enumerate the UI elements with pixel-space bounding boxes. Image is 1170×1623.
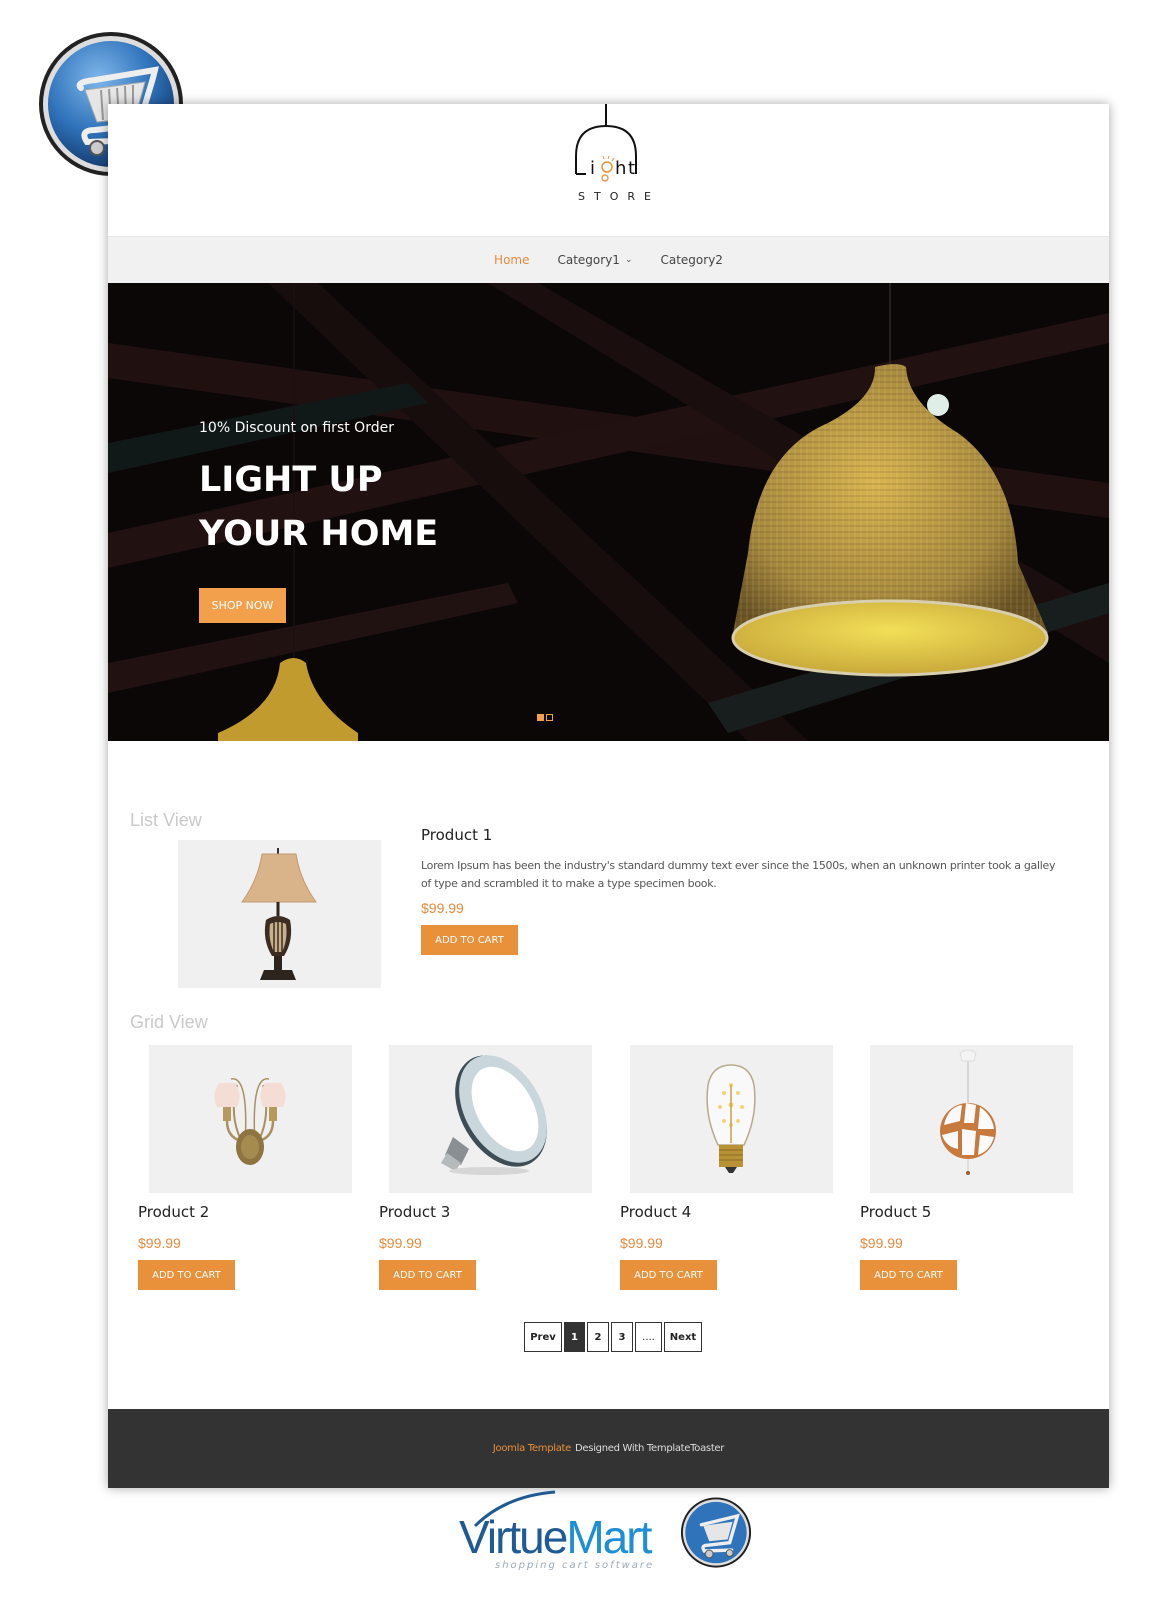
add-to-cart-button[interactable]: ADD TO CART	[379, 1260, 476, 1290]
nav-item-category1[interactable]: Category1 ⌄	[543, 253, 646, 267]
nav-item-category2[interactable]: Category2	[646, 253, 736, 267]
add-to-cart-button[interactable]: ADD TO CART	[620, 1260, 717, 1290]
pagination-page-2[interactable]: 2	[587, 1322, 609, 1352]
hero-subtitle: 10% Discount on first Order	[199, 420, 394, 436]
pagination-next[interactable]: Next	[664, 1322, 702, 1352]
product-3-image[interactable]	[389, 1045, 592, 1193]
svg-text:h: h	[615, 158, 626, 179]
svg-text:t: t	[628, 158, 635, 179]
light-store-logo[interactable]: i h t	[568, 104, 648, 204]
main-nav: Home Category1 ⌄ Category2	[108, 236, 1109, 283]
wall-sconce-icon	[214, 1078, 286, 1165]
product-3-name[interactable]: Product 3	[379, 1203, 450, 1221]
pagination-ellipsis: ....	[635, 1322, 662, 1352]
product-4-name[interactable]: Product 4	[620, 1203, 691, 1221]
slider-dot-1[interactable]	[537, 714, 544, 721]
nav-item-label: Category2	[660, 253, 723, 267]
footer-credit-text: Designed With TemplateToaster	[575, 1443, 725, 1454]
chevron-down-icon: ⌄	[624, 255, 633, 265]
led-panel-icon	[441, 1055, 547, 1175]
table-lamp-icon	[241, 848, 317, 980]
product-1-image[interactable]	[178, 840, 381, 988]
product-5-price: $99.99	[860, 1235, 903, 1251]
hero-slider: 10% Discount on first Order LIGHT UP YOU…	[108, 283, 1109, 741]
add-to-cart-button[interactable]: ADD TO CART	[860, 1260, 957, 1290]
edison-bulb-icon	[706, 1064, 756, 1173]
store-page: i h t STORE Home Category1 ⌄ Category2 1…	[108, 104, 1109, 1488]
product-2-name[interactable]: Product 2	[138, 1203, 209, 1221]
pagination-page-1[interactable]: 1	[564, 1322, 585, 1352]
site-header: i h t STORE	[108, 104, 1109, 236]
add-to-cart-button[interactable]: ADD TO CART	[421, 925, 518, 955]
pagination-prev[interactable]: Prev	[524, 1322, 562, 1352]
pagination: Prev 1 2 3 .... Next	[524, 1322, 702, 1352]
nav-item-label: Home	[494, 253, 530, 267]
slider-dots	[537, 714, 553, 721]
product-2-price: $99.99	[138, 1235, 181, 1251]
product-5-image[interactable]	[870, 1045, 1073, 1193]
hero-title-line1: LIGHT UP	[199, 460, 383, 500]
site-footer: Joomla Template Designed With TemplateTo…	[108, 1409, 1109, 1488]
product-5-name[interactable]: Product 5	[860, 1203, 931, 1221]
pagination-page-3[interactable]: 3	[611, 1322, 633, 1352]
product-4-price: $99.99	[620, 1235, 663, 1251]
joomla-template-link[interactable]: Joomla Template	[493, 1443, 571, 1454]
hero-title-line2: YOUR HOME	[199, 514, 439, 554]
shopping-cart-icon	[680, 1497, 752, 1568]
slider-dot-2[interactable]	[546, 714, 553, 721]
grid-view-title: Grid View	[130, 1012, 208, 1032]
virtuemart-logo: VirtueMart shopping cart software	[455, 1488, 765, 1588]
virtuemart-wordmark: VirtueMart	[459, 1511, 652, 1563]
nav-item-home[interactable]: Home	[480, 253, 543, 267]
product-1-description: Lorem Ipsum has been the industry's stan…	[421, 859, 1056, 890]
virtuemart-tagline: shopping cart software	[495, 1560, 655, 1571]
nav-item-label: Category1	[557, 253, 620, 267]
product-3-price: $99.99	[379, 1235, 422, 1251]
list-view-title: List View	[130, 810, 202, 830]
shop-now-button[interactable]: SHOP NOW	[199, 588, 286, 623]
hero-title: LIGHT UP YOUR HOME	[199, 453, 438, 561]
svg-text:i: i	[590, 158, 595, 179]
logo-store-text: STORE	[578, 190, 660, 203]
add-to-cart-button[interactable]: ADD TO CART	[138, 1260, 235, 1290]
product-1-name[interactable]: Product 1	[421, 826, 492, 844]
product-1-price: $99.99	[421, 900, 464, 916]
pendant-globe-icon	[940, 1049, 996, 1175]
product-4-image[interactable]	[630, 1045, 833, 1193]
product-2-image[interactable]	[149, 1045, 352, 1193]
